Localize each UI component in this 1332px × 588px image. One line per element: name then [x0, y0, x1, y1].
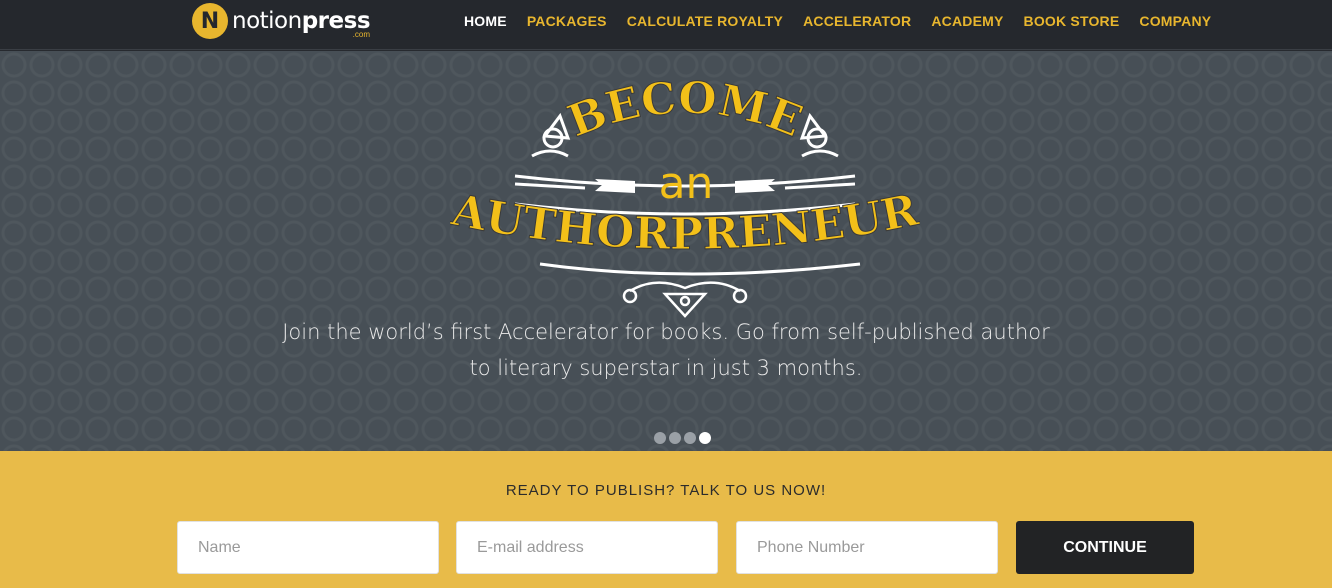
name-field[interactable] — [177, 521, 439, 574]
logo-wordmark: notionpress .com — [232, 8, 371, 39]
ribbon-left-icon — [595, 179, 635, 193]
slider-dots — [654, 432, 714, 444]
logo-word-light: notion — [232, 8, 302, 34]
tagline-line-1: Join the world’s first Accelerator for b… — [282, 320, 1050, 344]
top-navbar: N notionpress .com HOME PACKAGES CALCULA… — [0, 0, 1332, 50]
slider-dot-4[interactable] — [699, 432, 711, 444]
divider-line-bottom — [539, 262, 861, 276]
nav-book-store[interactable]: BOOK STORE — [1024, 13, 1120, 29]
flourish-bottom-icon — [622, 281, 748, 318]
headline-become: BECOME — [561, 76, 809, 148]
tagline-line-2: to literary superstar in just 3 months. — [469, 356, 863, 380]
slider-dot-3[interactable] — [684, 432, 696, 444]
headline-an: an — [659, 158, 714, 209]
become-an-authorpreneur-emblem: BECOME an AUTHORPRENEUR — [450, 76, 920, 318]
main-nav: HOME PACKAGES CALCULATE ROYALTY ACCELERA… — [464, 0, 1231, 42]
logo-badge-icon: N — [192, 3, 228, 39]
nav-home[interactable]: HOME — [464, 13, 507, 29]
ornament-right-icon — [799, 112, 839, 158]
cta-heading: READY TO PUBLISH? TALK TO US NOW! — [505, 482, 827, 499]
nav-company[interactable]: COMPANY — [1139, 13, 1211, 29]
ornament-left-icon — [531, 112, 571, 158]
continue-button[interactable]: CONTINUE — [1016, 521, 1194, 574]
logo-tld: .com — [352, 30, 371, 39]
hero-slider: BECOME an AUTHORPRENEUR Join the world’s… — [0, 51, 1332, 451]
slider-dot-1[interactable] — [654, 432, 666, 444]
slider-dot-2[interactable] — [669, 432, 681, 444]
phone-field[interactable] — [736, 521, 998, 574]
nav-academy[interactable]: ACADEMY — [931, 13, 1003, 29]
nav-packages[interactable]: PACKAGES — [527, 13, 607, 29]
contact-cta-section: READY TO PUBLISH? TALK TO US NOW! CONTIN… — [0, 451, 1332, 588]
notionpress-logo[interactable]: N notionpress .com — [192, 3, 371, 39]
divider-left — [514, 182, 586, 190]
nav-accelerator[interactable]: ACCELERATOR — [803, 13, 911, 29]
ribbon-right-icon — [735, 179, 775, 193]
hero-tagline: Join the world’s first Accelerator for b… — [0, 314, 1332, 386]
divider-right — [784, 182, 856, 190]
nav-calculate-royalty[interactable]: CALCULATE ROYALTY — [627, 13, 783, 29]
email-field[interactable] — [456, 521, 718, 574]
